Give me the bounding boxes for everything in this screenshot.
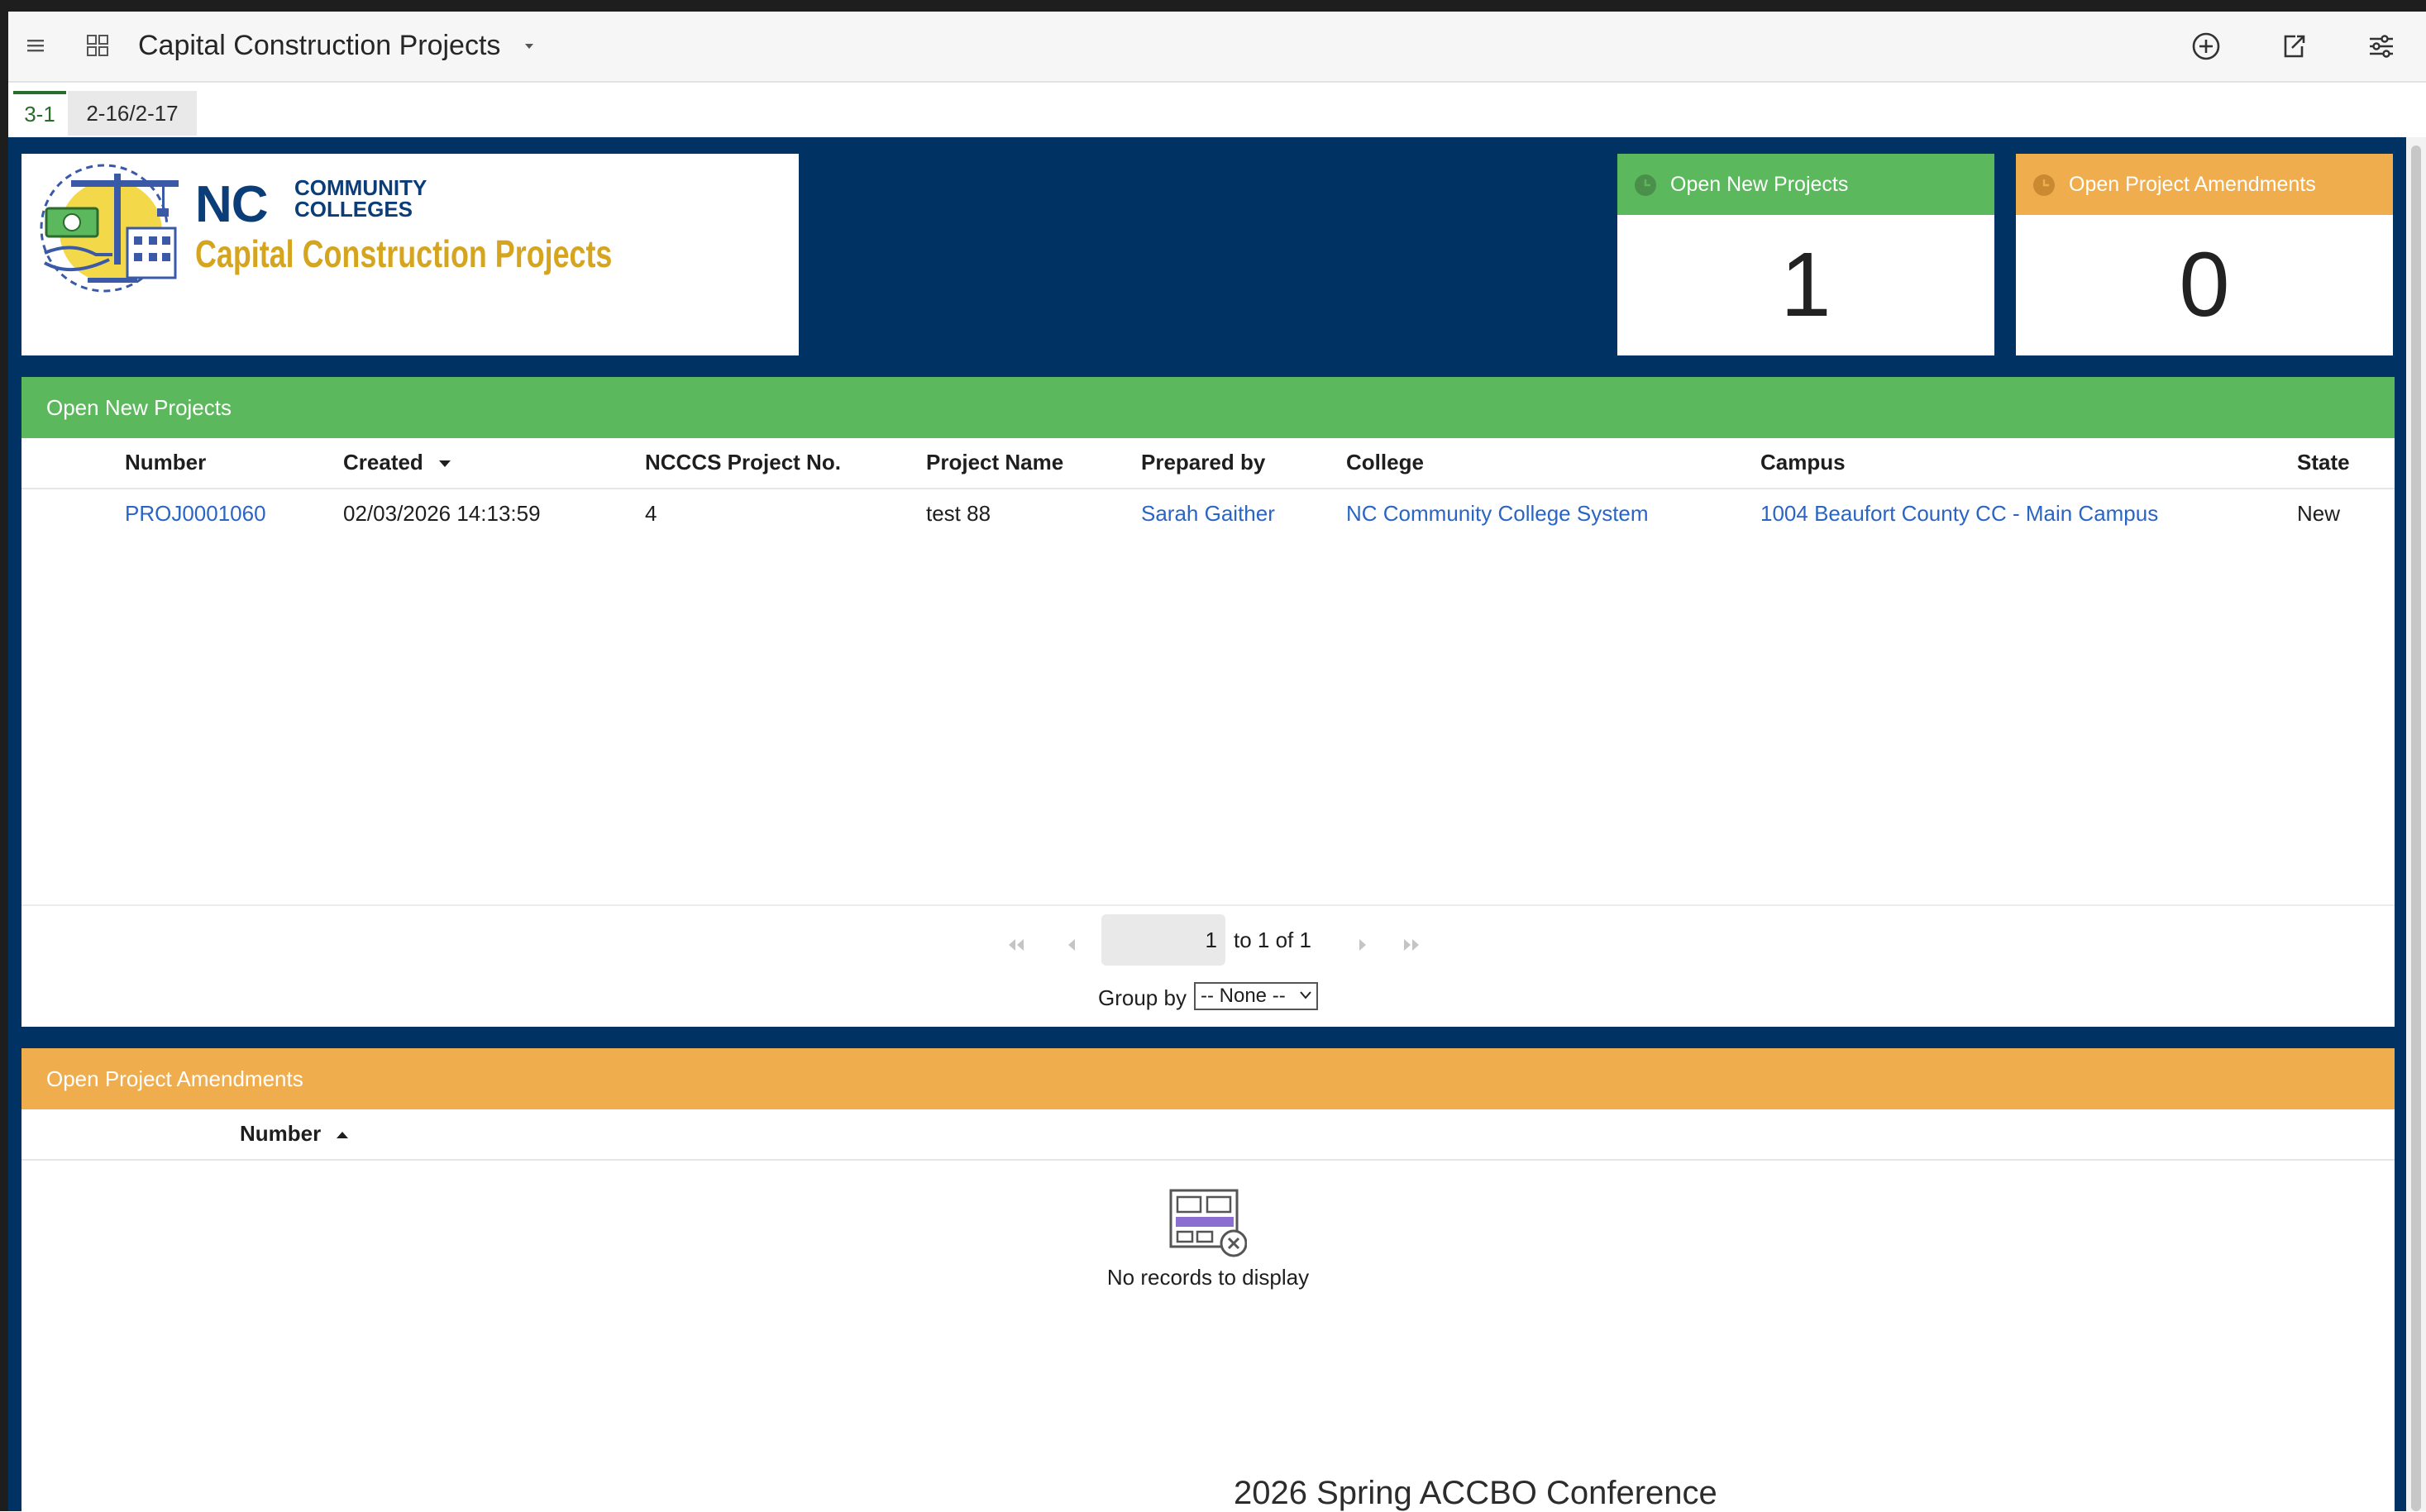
add-widget-icon[interactable] bbox=[2190, 30, 2223, 63]
sort-ascending-icon bbox=[337, 1132, 349, 1139]
list-pager: 1 to 1 of 1 Group by -- None -- bbox=[21, 904, 2395, 1040]
next-page-icon[interactable] bbox=[1351, 936, 1374, 954]
tab-3-1[interactable]: 3-1 bbox=[13, 91, 66, 136]
new-projects-list: Open New Projects Number Created NCCCS P… bbox=[21, 377, 2395, 1027]
no-records-icon bbox=[1169, 1189, 1247, 1257]
chevron-down-icon[interactable] bbox=[523, 41, 536, 51]
app-header: Capital Construction Projects bbox=[8, 12, 2426, 83]
logo-subtitle: Capital Construction Projects bbox=[195, 232, 613, 275]
group-by-select[interactable]: -- None -- bbox=[1194, 982, 1318, 1010]
column-header-label: Number bbox=[240, 1121, 322, 1146]
stat-card-value[interactable]: 1 bbox=[1617, 215, 1994, 355]
column-header-ncccs-no[interactable]: NCCCS Project No. bbox=[645, 450, 841, 475]
sort-descending-icon bbox=[439, 460, 451, 468]
table-header: Number Created NCCCS Project No. Project… bbox=[21, 438, 2395, 489]
table-row[interactable]: PROJ0001060 02/03/2026 14:13:59 4 test 8… bbox=[21, 489, 2395, 539]
cell-college-link[interactable]: NC Community College System bbox=[1346, 501, 1649, 527]
group-by-value: -- None -- bbox=[1201, 985, 1286, 1007]
page-count-text: to 1 of 1 bbox=[1234, 928, 1311, 952]
panel-title: Open Project Amendments bbox=[21, 1048, 2395, 1109]
last-page-icon[interactable] bbox=[1401, 936, 1424, 954]
empty-state-text: No records to display bbox=[1106, 1265, 1310, 1290]
amendments-list: Open Project Amendments Number No record… bbox=[21, 1048, 2395, 1511]
window-left-border bbox=[0, 12, 8, 1511]
construction-crane-logo-icon bbox=[40, 164, 179, 293]
logo-nc-text: NC bbox=[195, 176, 269, 233]
cell-created: 02/03/2026 14:13:59 bbox=[343, 501, 541, 526]
column-header-label: Created bbox=[343, 450, 423, 475]
scrollbar-thumb[interactable] bbox=[2411, 145, 2421, 1511]
dashboard-title[interactable]: Capital Construction Projects bbox=[138, 30, 500, 62]
cell-project-name: test 88 bbox=[926, 501, 991, 526]
stat-card-label: Open Project Amendments bbox=[2069, 173, 2316, 196]
stat-card-amendments[interactable]: Open Project Amendments 0 bbox=[2016, 154, 2393, 355]
column-header-college[interactable]: College bbox=[1346, 450, 1424, 475]
stat-card-header: Open New Projects bbox=[1617, 154, 1994, 215]
column-header-number[interactable]: Number bbox=[125, 450, 206, 475]
column-header-campus[interactable]: Campus bbox=[1760, 450, 1846, 475]
clock-icon bbox=[1635, 174, 1656, 196]
panel-title: Open New Projects bbox=[21, 377, 2395, 438]
group-by-label: Group by bbox=[1098, 985, 1187, 1010]
logo-community-text: COMMUNITY bbox=[294, 175, 427, 200]
clock-icon bbox=[2033, 174, 2055, 196]
chevron-down-icon bbox=[1300, 991, 1311, 999]
settings-sliders-icon[interactable] bbox=[2365, 30, 2398, 63]
logo-widget: NC COMMUNITY COLLEGES Capital Constructi… bbox=[21, 154, 799, 355]
previous-page-icon[interactable] bbox=[1060, 936, 1083, 954]
cell-ncccs-no: 4 bbox=[645, 501, 657, 526]
dashboard-tabs: 3-1 2-16/2-17 bbox=[8, 83, 2426, 137]
stat-card-header: Open Project Amendments bbox=[2016, 154, 2393, 215]
column-header-project-name[interactable]: Project Name bbox=[926, 450, 1063, 475]
first-page-icon[interactable] bbox=[1004, 936, 1027, 954]
stat-card-value[interactable]: 0 bbox=[2016, 215, 2393, 355]
cell-number-link[interactable]: PROJ0001060 bbox=[125, 501, 266, 527]
column-header-prepared-by[interactable]: Prepared by bbox=[1141, 450, 1265, 475]
logo-community-colleges: COMMUNITY COLLEGES bbox=[294, 177, 427, 220]
share-icon[interactable] bbox=[2277, 30, 2310, 63]
conference-watermark: 2026 Spring ACCBO Conference bbox=[1234, 1475, 1717, 1511]
page-number-input[interactable]: 1 bbox=[1101, 914, 1225, 966]
dashboard-grid-icon[interactable] bbox=[85, 33, 110, 58]
hamburger-menu-icon[interactable] bbox=[26, 36, 45, 55]
cell-state: New bbox=[2297, 501, 2341, 526]
cell-prepared-by-link[interactable]: Sarah Gaither bbox=[1141, 501, 1275, 527]
cell-campus-link[interactable]: 1004 Beaufort County CC - Main Campus bbox=[1760, 501, 2158, 527]
tab-2-16-2-17[interactable]: 2-16/2-17 bbox=[68, 91, 197, 136]
column-header-state[interactable]: State bbox=[2297, 450, 2350, 475]
stat-card-new-projects[interactable]: Open New Projects 1 bbox=[1617, 154, 1994, 355]
window-top-border bbox=[0, 0, 2426, 12]
logo-colleges-text: COLLEGES bbox=[294, 197, 413, 222]
stat-card-label: Open New Projects bbox=[1670, 173, 1849, 196]
column-header-number[interactable]: Number bbox=[240, 1121, 350, 1147]
column-header-created[interactable]: Created bbox=[343, 450, 452, 475]
table-header: Number bbox=[21, 1109, 2395, 1161]
